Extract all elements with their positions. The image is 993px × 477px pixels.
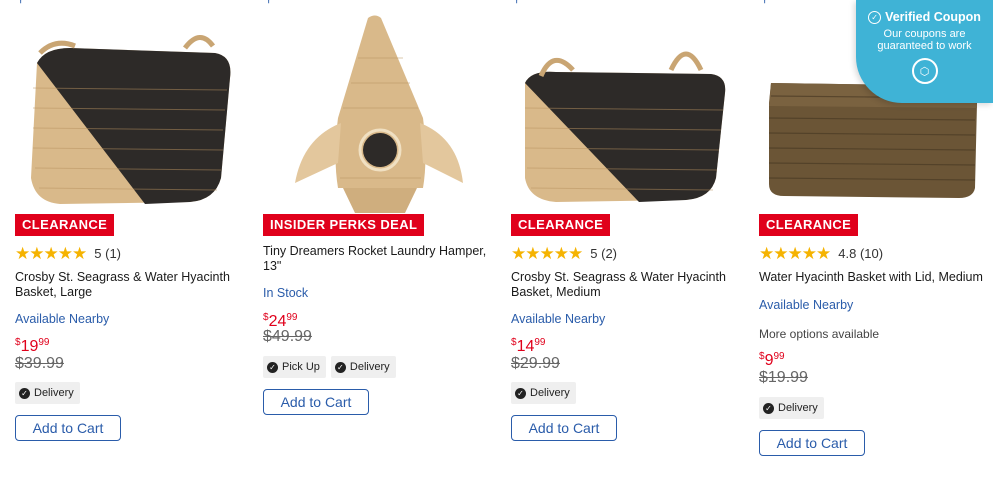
fulfillment-options: ✓ Pick Up ✓ Delivery <box>263 356 396 378</box>
verified-check-icon: ✓ <box>868 10 882 24</box>
coupon-subtitle: Our coupons are guaranteed to work <box>877 28 972 52</box>
delivery-chip: ✓ Delivery <box>511 382 576 404</box>
product-rating[interactable]: ★ ★ ★ ★ ★ 5 (2) <box>511 245 617 262</box>
product-rating[interactable]: ★ ★ ★ ★ ★ 5 (1) <box>15 245 121 262</box>
fulfillment-options: ✓ Delivery <box>511 382 576 404</box>
availability-link[interactable]: Available Nearby <box>759 298 853 312</box>
add-to-cart-button[interactable]: Add to Cart <box>511 415 617 441</box>
product-rating[interactable]: ★ ★ ★ ★ ★ 4.8 (10) <box>759 245 883 262</box>
check-icon: ✓ <box>515 387 526 399</box>
original-price: $39.99 <box>15 355 64 372</box>
original-price: $49.99 <box>263 328 312 345</box>
sale-price: $1499 <box>511 337 546 355</box>
quick-view-icon[interactable]: ⚲ <box>761 0 768 5</box>
fulfillment-options: ✓ Delivery <box>15 382 80 404</box>
rating-value: 5 <box>94 246 102 261</box>
clearance-badge: CLEARANCE <box>511 214 611 236</box>
rating-value: 5 <box>590 246 598 261</box>
fulfillment-options: ✓ Delivery <box>759 397 824 419</box>
sale-price: $1999 <box>15 337 50 355</box>
original-price: $29.99 <box>511 355 560 372</box>
product-image[interactable] <box>15 8 247 213</box>
product-title[interactable]: Crosby St. Seagrass & Water Hyacinth Bas… <box>511 270 736 300</box>
quick-view-icon[interactable]: ⚲ <box>17 0 24 5</box>
coupon-title: Verified Coupon <box>885 10 981 24</box>
star-rating-icon: ★ ★ ★ ★ ★ <box>759 244 832 263</box>
delivery-chip: ✓ Delivery <box>15 382 80 404</box>
rating-count: (10) <box>859 246 884 261</box>
pickup-chip: ✓ Pick Up <box>263 356 326 378</box>
quick-view-icon[interactable]: ⚲ <box>265 0 272 5</box>
rating-value: 4.8 <box>838 246 857 261</box>
product-image[interactable] <box>263 8 495 213</box>
check-icon: ✓ <box>19 387 30 399</box>
stock-status: In Stock <box>263 286 309 300</box>
product-title[interactable]: Water Hyacinth Basket with Lid, Medium <box>759 270 991 285</box>
product-title[interactable]: Tiny Dreamers Rocket Laundry Hamper, 13" <box>263 244 488 274</box>
coupon-extension-logo-icon[interactable]: ⬡ <box>911 58 938 84</box>
add-to-cart-button[interactable]: Add to Cart <box>759 430 865 456</box>
star-rating-icon: ★ ★ ★ ★ ★ <box>511 244 584 263</box>
availability-link[interactable]: Available Nearby <box>15 312 109 326</box>
quick-view-icon[interactable]: ⚲ <box>513 0 520 5</box>
clearance-badge: CLEARANCE <box>759 214 859 236</box>
availability-link[interactable]: Available Nearby <box>511 312 605 326</box>
rating-count: (2) <box>601 246 617 261</box>
rating-count: (1) <box>105 246 121 261</box>
add-to-cart-button[interactable]: Add to Cart <box>15 415 121 441</box>
product-title[interactable]: Crosby St. Seagrass & Water Hyacinth Bas… <box>15 270 240 300</box>
coupon-header: ✓ Verified Coupon <box>856 10 993 24</box>
verified-coupon-popup[interactable]: ✓ Verified Coupon Our coupons are guaran… <box>856 0 993 103</box>
delivery-chip: ✓ Delivery <box>330 356 396 378</box>
star-rating-icon: ★ ★ ★ ★ ★ <box>15 244 88 263</box>
add-to-cart-button[interactable]: Add to Cart <box>263 389 369 415</box>
delivery-chip: ✓ Delivery <box>759 397 824 419</box>
check-icon: ✓ <box>334 361 346 373</box>
check-icon: ✓ <box>763 402 774 414</box>
clearance-badge: CLEARANCE <box>15 214 115 236</box>
sale-price: $999 <box>759 351 785 369</box>
product-image[interactable] <box>511 8 743 213</box>
insider-perks-badge: INSIDER PERKS DEAL <box>263 214 425 236</box>
check-icon: ✓ <box>267 361 278 373</box>
more-options-text[interactable]: More options available <box>759 327 879 341</box>
original-price: $19.99 <box>759 369 808 386</box>
